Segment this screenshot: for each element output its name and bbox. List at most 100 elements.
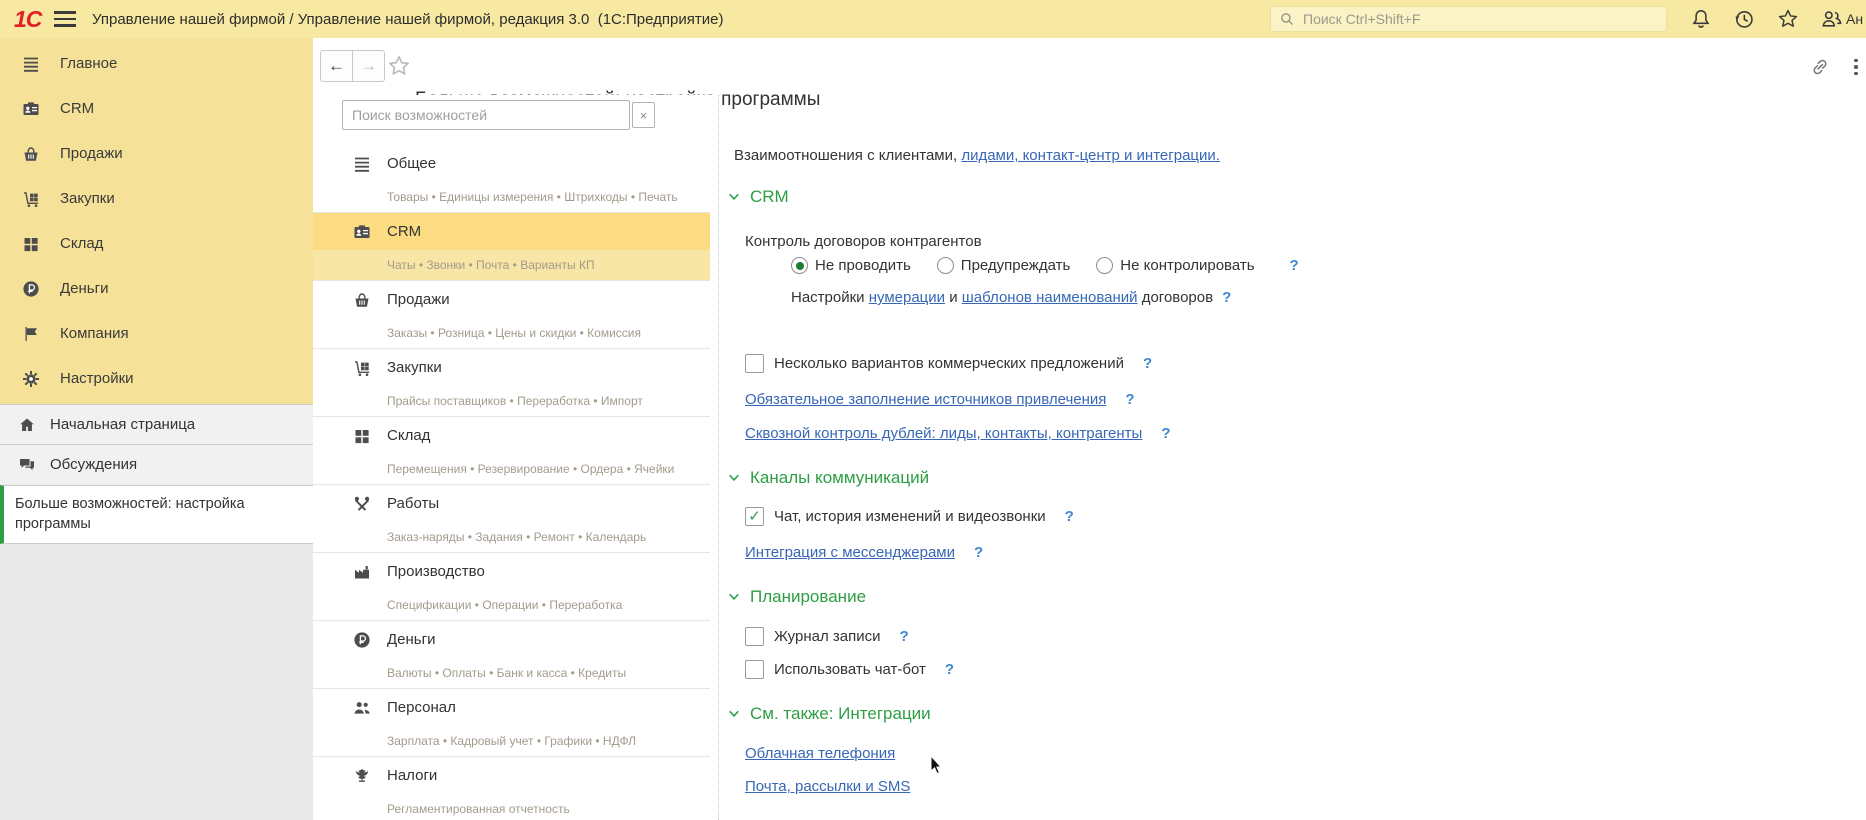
mail-sms-row: Почта, рассылки и SMS (745, 778, 910, 795)
multi-offers-row[interactable]: Несколько вариантов коммерческих предлож… (745, 354, 1152, 373)
numbering-link[interactable]: нумерации (869, 289, 945, 306)
intro-link[interactable]: лидами, контакт-центр и интеграции. (961, 147, 1220, 164)
feature-search-box[interactable] (342, 100, 630, 130)
gear-icon (22, 370, 40, 388)
section-planning[interactable]: Планирование (727, 587, 866, 607)
forward-button[interactable] (352, 50, 385, 82)
duplicates-link[interactable]: Сквозной контроль дублей: лиды, контакты… (745, 425, 1142, 442)
help-icon[interactable]: ? (945, 661, 954, 678)
sidebar-item-label: Продажи (60, 145, 123, 162)
section-see-also[interactable]: См. также: Интеграции (727, 704, 931, 724)
radio-icon[interactable] (791, 257, 808, 274)
feature-item-sub: Заказ-наряды • Задания • Ремонт • Календ… (313, 522, 710, 552)
crm-icon (353, 223, 371, 241)
sidebar-item-purchases[interactable]: Закупки (0, 176, 313, 221)
cloud-phone-link[interactable]: Облачная телефония (745, 745, 895, 762)
feature-item[interactable]: ДеньгиВалюты • Оплаты • Банк и касса • К… (313, 621, 710, 689)
radio-option[interactable]: Не проводить (791, 257, 911, 274)
chevron-down-icon (727, 471, 741, 485)
feature-item[interactable]: ПродажиЗаказы • Розница • Цены и скидки … (313, 281, 710, 349)
chatbot-checkbox[interactable] (745, 660, 764, 679)
radio-option[interactable]: Предупреждать (937, 257, 1071, 274)
sidebar-item-label: Закупки (60, 190, 115, 207)
sidebar-item-settings[interactable]: Настройки (0, 356, 313, 401)
favorite-star-icon[interactable] (387, 54, 411, 78)
main-menu-icon[interactable] (54, 0, 76, 38)
help-icon[interactable]: ? (1222, 289, 1231, 306)
sidebar-item-discussions[interactable]: Обсуждения (0, 444, 313, 484)
feature-item[interactable]: ПроизводствоСпецификации • Операции • Пе… (313, 553, 710, 621)
sources-link[interactable]: Обязательное заполнение источников привл… (745, 391, 1106, 408)
section-channels[interactable]: Каналы коммуникаций (727, 468, 929, 488)
users-button[interactable] (1821, 0, 1843, 38)
help-icon[interactable]: ? (900, 628, 909, 645)
sidebar-item-sales[interactable]: Продажи (0, 131, 313, 176)
feature-item[interactable]: ОбщееТовары • Единицы измерения • Штрихк… (313, 145, 710, 213)
feature-search-input[interactable] (350, 106, 622, 124)
global-search-input[interactable] (1301, 10, 1658, 28)
help-icon[interactable]: ? (1290, 257, 1299, 274)
help-icon[interactable]: ? (1161, 425, 1170, 442)
messengers-link[interactable]: Интеграция с мессенджерами (745, 544, 955, 561)
current-user[interactable]: Ан (1846, 0, 1863, 38)
feature-item[interactable]: CRMЧаты • Звонки • Почта • Варианты КП (313, 213, 710, 281)
back-button[interactable] (320, 50, 353, 82)
section-crm[interactable]: CRM (727, 187, 789, 207)
sidebar-item-company[interactable]: Компания (0, 311, 313, 356)
feature-item-sub: Прайсы поставщиков • Переработка • Импор… (313, 386, 710, 416)
journal-row[interactable]: Журнал записи ? (745, 627, 909, 646)
help-icon[interactable]: ? (1125, 391, 1134, 408)
notifications-button[interactable] (1690, 0, 1712, 38)
chat-row[interactable]: Чат, история изменений и видеозвонки ? (745, 507, 1074, 526)
feature-item-sub: Заказы • Розница • Цены и скидки • Комис… (313, 318, 710, 348)
help-icon[interactable]: ? (974, 544, 983, 561)
sources-row: Обязательное заполнение источников привл… (745, 391, 1135, 408)
section-see-also-label: См. также: Интеграции (750, 704, 931, 724)
feature-item-sub: Чаты • Звонки • Почта • Варианты КП (313, 250, 710, 280)
sidebar-item-main[interactable]: Главное (0, 41, 313, 86)
radio-icon[interactable] (1096, 257, 1113, 274)
help-icon[interactable]: ? (1143, 355, 1152, 372)
feature-item-label: Общее (387, 155, 436, 172)
sidebar-discussions-label: Обсуждения (50, 456, 137, 473)
radio-icon[interactable] (937, 257, 954, 274)
mail-sms-link[interactable]: Почта, рассылки и SMS (745, 778, 910, 795)
clear-search-button[interactable]: × (632, 102, 655, 128)
feature-item[interactable]: НалогиРегламентированная отчетность (313, 757, 710, 820)
warehouse-icon (353, 427, 371, 445)
journal-checkbox[interactable] (745, 627, 764, 646)
feature-item[interactable]: ПерсоналЗарплата • Кадровый учет • Графи… (313, 689, 710, 757)
mouse-cursor (930, 755, 945, 776)
sidebar-item-money[interactable]: Деньги (0, 266, 313, 311)
warehouse-icon (22, 235, 40, 253)
1c-logo: 1С (14, 0, 41, 38)
chatbot-label: Использовать чат-бот (774, 661, 926, 678)
more-menu-icon[interactable] (1851, 55, 1861, 79)
history-button[interactable] (1733, 0, 1755, 38)
chat-checkbox[interactable] (745, 507, 764, 526)
section-crm-label: CRM (750, 187, 789, 207)
feature-panel: × ОбщееТовары • Единицы измерения • Штри… (313, 95, 718, 820)
chatbot-row[interactable]: Использовать чат-бот ? (745, 660, 954, 679)
feature-item[interactable]: ЗакупкиПрайсы поставщиков • Переработка … (313, 349, 710, 417)
sidebar-item-warehouse[interactable]: Склад (0, 221, 313, 266)
help-icon[interactable]: ? (1065, 508, 1074, 525)
radio-label: Не контролировать (1120, 257, 1254, 274)
feature-item[interactable]: СкладПеремещения • Резервирование • Орде… (313, 417, 710, 485)
get-link-icon[interactable] (1809, 56, 1831, 78)
favorites-button[interactable] (1777, 0, 1799, 38)
multi-offers-checkbox[interactable] (745, 354, 764, 373)
radio-label: Предупреждать (961, 257, 1071, 274)
feature-item-label: Налоги (387, 767, 437, 784)
sidebar-item-crm[interactable]: CRM (0, 86, 313, 131)
intro-text: Взаимоотношения с клиентами, (734, 147, 961, 164)
purchases-icon (353, 359, 371, 377)
discussions-icon (18, 456, 36, 474)
templates-link[interactable]: шаблонов наименований (962, 289, 1138, 306)
open-window-tab[interactable]: Больше возможностей: настройка программы (0, 485, 313, 544)
sidebar-item-home[interactable]: Начальная страница (0, 404, 313, 444)
radio-option[interactable]: Не контролировать (1096, 257, 1254, 274)
home-icon (18, 416, 36, 434)
feature-item[interactable]: РаботыЗаказ-наряды • Задания • Ремонт • … (313, 485, 710, 553)
global-search-box[interactable] (1270, 6, 1667, 32)
